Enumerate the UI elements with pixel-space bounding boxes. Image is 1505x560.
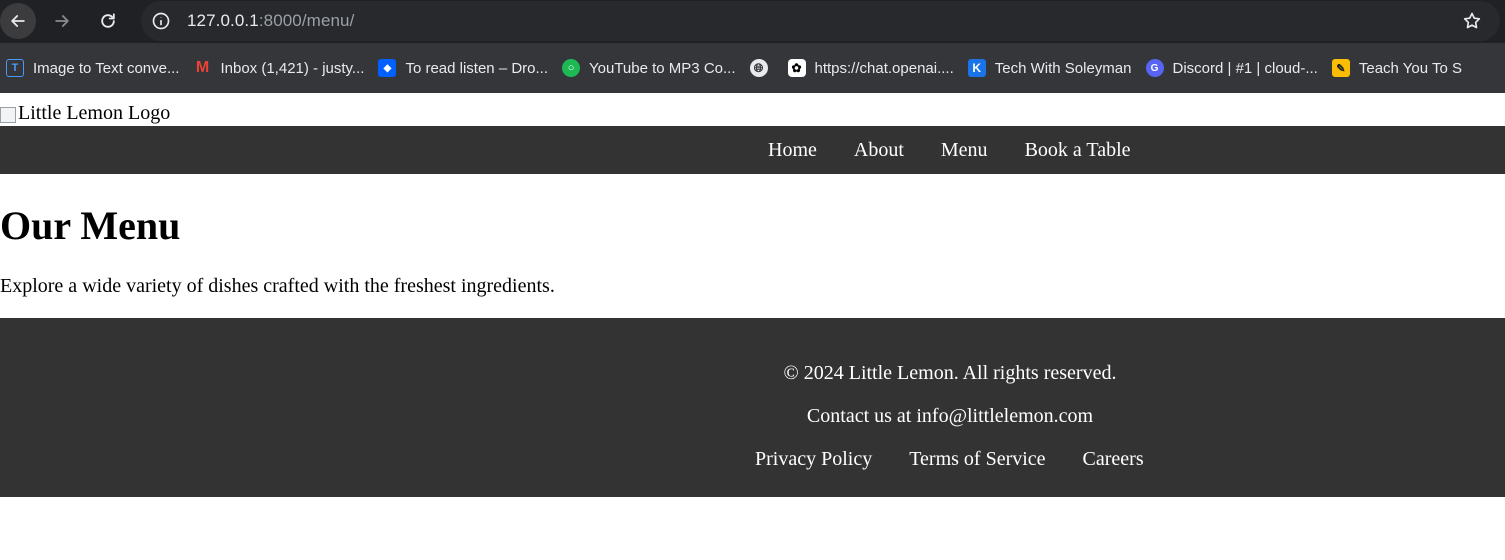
bookmark-label: Image to Text conve... — [33, 59, 180, 77]
forward-button[interactable] — [44, 3, 80, 39]
arrow-right-icon — [55, 15, 69, 27]
main-nav: Home About Menu Book a Table — [0, 126, 1505, 174]
k-badge-icon: K — [967, 59, 986, 77]
bookmark-label: YouTube to MP3 Co... — [589, 59, 736, 77]
address-bar[interactable]: 127.0.0.1:8000/menu/ — [141, 1, 1500, 41]
nav-home-link[interactable]: Home — [749, 139, 835, 162]
page-description: Explore a wide variety of dishes crafted… — [0, 275, 555, 297]
reload-icon — [101, 13, 115, 28]
text-scan-icon: T — [6, 59, 24, 77]
terms-of-service-link[interactable]: Terms of Service — [890, 448, 1063, 471]
bookmark-label: To read listen – Dro... — [405, 59, 549, 77]
nav-links: Home About Menu Book a Table — [749, 126, 1149, 174]
back-button[interactable] — [0, 3, 36, 39]
site-info-icon[interactable] — [151, 11, 171, 31]
browser-toolbar: 127.0.0.1:8000/menu/ — [0, 0, 1505, 43]
nav-about-link[interactable]: About — [835, 139, 922, 162]
copyright-text: © 2024 Little Lemon. All rights reserved… — [783, 362, 1117, 384]
bookmark-label: Teach You To S — [1358, 59, 1463, 77]
bookmark-star-icon[interactable] — [1462, 11, 1482, 31]
bookmark-label: Inbox (1,421) - justy... — [220, 59, 365, 77]
bookmark-teach-you[interactable]: ✎ Teach You To S — [1326, 53, 1470, 83]
careers-link[interactable]: Careers — [1064, 448, 1162, 471]
site-logo[interactable]: Little Lemon Logo — [0, 93, 1505, 126]
bookmark-label: Tech With Soleyman — [994, 59, 1132, 77]
url-host: 127.0.0.1 — [187, 11, 259, 30]
converter-icon: ○ — [562, 59, 581, 77]
url-text[interactable]: 127.0.0.1:8000/menu/ — [187, 11, 354, 31]
url-path: :8000/menu/ — [258, 11, 355, 30]
bookmark-discord[interactable]: G Discord | #1 | cloud-... — [1140, 53, 1326, 83]
bookmark-label: Discord | #1 | cloud-... — [1172, 59, 1318, 77]
nav-book-table-link[interactable]: Book a Table — [1006, 139, 1149, 162]
nav-menu-link[interactable]: Menu — [922, 139, 1006, 162]
page-title: Our Menu — [0, 203, 181, 248]
arrow-left-icon — [11, 15, 25, 27]
reload-button[interactable] — [90, 3, 126, 39]
bookmark-label: https://chat.openai.... — [814, 59, 954, 77]
footer-links: Privacy Policy Terms of Service Careers — [736, 448, 1162, 471]
discord-icon: G — [1145, 59, 1164, 77]
bookmark-dropbox[interactable]: ◆ To read listen – Dro... — [372, 53, 556, 83]
main-content: Our Menu Explore a wide variety of dishe… — [0, 174, 1505, 318]
site-footer: © 2024 Little Lemon. All rights reserved… — [0, 318, 1505, 497]
privacy-policy-link[interactable]: Privacy Policy — [736, 448, 890, 471]
dropbox-icon: ◆ — [378, 59, 397, 77]
page-viewport: Little Lemon Logo Home About Menu Book a… — [0, 93, 1505, 497]
bookmarks-bar: T Image to Text conve... M Inbox (1,421)… — [0, 43, 1505, 93]
bookmark-image-to-text[interactable]: T Image to Text conve... — [0, 53, 187, 83]
globe-icon: 🌐︎ — [749, 59, 768, 77]
bookmark-youtube-mp3[interactable]: ○ YouTube to MP3 Co... — [556, 53, 743, 83]
bookmark-chatgpt[interactable]: ✿ https://chat.openai.... — [782, 53, 962, 83]
bookmark-globe[interactable]: 🌐︎ — [744, 53, 782, 83]
contact-text: Contact us at info@littlelemon.com — [806, 405, 1094, 427]
logo-alt-text: Little Lemon Logo — [18, 102, 171, 124]
bookmark-tech-with-soleyman[interactable]: K Tech With Soleyman — [962, 53, 1140, 83]
broken-image-icon — [0, 107, 16, 123]
teacher-icon: ✎ — [1331, 59, 1350, 77]
bookmark-gmail[interactable]: M Inbox (1,421) - justy... — [187, 53, 372, 83]
gmail-icon: M — [195, 59, 210, 76]
openai-icon: ✿ — [787, 59, 806, 77]
